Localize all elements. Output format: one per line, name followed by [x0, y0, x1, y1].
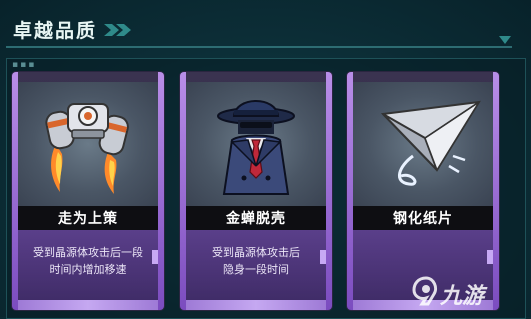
card-bottom-strip — [18, 300, 158, 310]
double-chevron-right-icon — [104, 24, 131, 36]
card-frame — [326, 72, 332, 310]
talent-card-3[interactable]: 钢化纸片 — [347, 72, 499, 310]
card-art — [186, 82, 326, 206]
header-divider — [6, 46, 512, 48]
triangle-down-icon[interactable] — [498, 34, 512, 46]
card-description: 受到晶源体攻击后一段 时间内增加移速 — [28, 244, 148, 278]
card-description-area: 受到晶源体攻击后 隐身一段时间 — [186, 230, 326, 310]
jiuyou-logo-icon — [412, 276, 438, 306]
section-header: 卓越品质 — [0, 0, 531, 52]
card-name: 钢化纸片 — [393, 211, 453, 227]
card-description-line: 时间内增加移速 — [49, 263, 127, 276]
talent-card-2[interactable]: 金蝉脱壳 受到晶源体攻击后 隐身一段时间 — [180, 72, 332, 310]
jetpack-icon — [45, 103, 129, 194]
card-frame — [158, 72, 164, 310]
card-description: 受到晶源体攻击后 隐身一段时间 — [196, 244, 316, 278]
talent-card-1[interactable]: 走为上策 受到晶源体攻击后一段 时间内增加移速 — [12, 72, 164, 310]
card-name-bar: 走为上策 — [18, 206, 158, 230]
section-title: 卓越品质 — [13, 20, 98, 42]
paper-plane-icon — [380, 100, 481, 186]
spy-coat-icon — [217, 100, 295, 195]
card-corner-tab — [320, 250, 326, 264]
card-name-bar: 钢化纸片 — [353, 206, 493, 230]
card-description-line: 受到晶源体攻击后一段 — [33, 246, 143, 259]
card-corner-tab — [152, 250, 158, 264]
panel-decoration: ▪▪▪ — [12, 60, 37, 70]
card-frame — [493, 72, 499, 310]
card-art — [18, 82, 158, 206]
card-description-line: 受到晶源体攻击后 — [212, 246, 300, 259]
watermark-text: 九游 — [440, 284, 485, 309]
card-description-line: 隐身一段时间 — [223, 263, 289, 276]
card-name: 金蝉脱壳 — [226, 211, 286, 227]
card-corner-tab — [487, 250, 493, 264]
card-description-area: 受到晶源体攻击后一段 时间内增加移速 — [18, 230, 158, 310]
card-name-bar: 金蝉脱壳 — [186, 206, 326, 230]
card-name: 走为上策 — [58, 211, 118, 227]
card-art — [353, 82, 493, 206]
card-bottom-strip — [186, 300, 326, 310]
